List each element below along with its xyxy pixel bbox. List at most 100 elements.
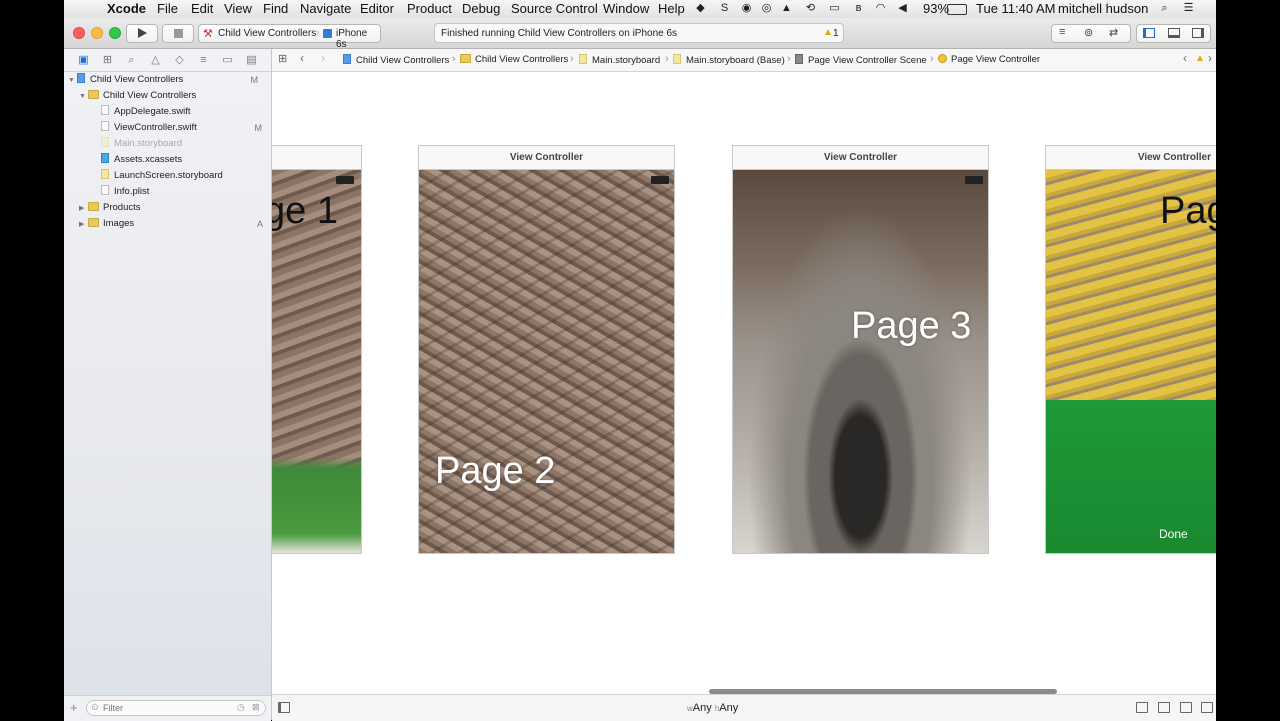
scm-filter-icon[interactable]: ⊠ [252, 702, 260, 713]
menu-view[interactable]: View [224, 1, 252, 16]
tree-group[interactable]: ▶ Products [79, 200, 268, 216]
document-outline-toggle-icon[interactable] [278, 702, 290, 713]
warning-count[interactable]: 1 [833, 28, 839, 39]
close-window-button[interactable] [73, 27, 85, 39]
version-editor-icon[interactable]: ⇄ [1109, 26, 1118, 39]
bluetooth-icon[interactable]: ʙ [852, 2, 865, 15]
size-class-control[interactable]: wAny hAny [687, 702, 738, 714]
report-navigator-icon[interactable]: ▤ [245, 54, 258, 67]
warning-icon[interactable]: ▲ [823, 27, 833, 38]
scene-view-controller[interactable]: ge 1 [272, 145, 362, 554]
menu-user[interactable]: mitchell hudson [1058, 1, 1148, 16]
utilities-toggle-icon[interactable] [1192, 28, 1204, 38]
resolve-auto-layout-icon[interactable] [1201, 702, 1213, 713]
forward-icon[interactable]: › [321, 51, 325, 65]
assistant-editor-icon[interactable]: ⊚ [1084, 26, 1093, 39]
tree-file[interactable]: AppDelegate.swift [101, 104, 268, 120]
dropbox-icon[interactable]: ◆ [694, 2, 707, 15]
disclosure-open-icon[interactable]: ▼ [68, 73, 77, 89]
stack-icon[interactable] [1136, 702, 1148, 713]
done-button[interactable]: Done [1159, 527, 1188, 541]
hammer-icon: ⚒ [203, 28, 213, 40]
back-icon[interactable]: ‹ [300, 51, 304, 65]
battery-percent[interactable]: 93% [923, 1, 949, 16]
breadcrumb[interactable]: Child View Controllers [460, 54, 568, 65]
volume-icon[interactable]: ◀ [896, 2, 909, 15]
timer-icon[interactable]: ◎ [760, 2, 773, 15]
breadcrumb[interactable]: Page View Controller [938, 54, 1040, 65]
related-items-icon[interactable]: ⊞ [278, 52, 287, 65]
menu-source-control[interactable]: Source Control [511, 1, 598, 16]
storyboard-canvas[interactable]: ge 1 View Controller Page 2 View Control… [272, 72, 1216, 694]
skype-icon[interactable]: S [718, 2, 731, 15]
device-name[interactable]: iPhone 6s [336, 28, 380, 50]
scene-view-controller[interactable]: View Controller Pag Done [1045, 145, 1216, 554]
scheme-selector[interactable]: ⚒ Child View Controllers › iPhone 6s [198, 24, 381, 50]
next-issue-icon[interactable]: › [1208, 51, 1212, 65]
standard-editor-icon[interactable]: ≡ [1059, 26, 1065, 38]
navigator-selector-bar: ▣ ⊞ ⌕ △ ◇ ≡ ▭ ▤ [64, 49, 271, 72]
previous-issue-icon[interactable]: ‹ [1183, 51, 1187, 65]
debug-navigator-icon[interactable]: ≡ [197, 54, 210, 67]
tree-group[interactable]: ▶ Images A [79, 216, 268, 232]
disclosure-open-icon[interactable]: ▼ [79, 89, 88, 105]
menu-clock[interactable]: Tue 11:40 AM [976, 1, 1056, 16]
disclosure-closed-icon[interactable]: ▶ [79, 217, 88, 233]
breadcrumb[interactable]: Main.storyboard [579, 54, 660, 66]
align-icon[interactable] [1158, 702, 1170, 713]
menu-file[interactable]: File [157, 1, 178, 16]
menu-debug[interactable]: Debug [462, 1, 500, 16]
menu-product[interactable]: Product [407, 1, 452, 16]
breadcrumb[interactable]: Main.storyboard (Base) [673, 54, 785, 66]
scene-view-controller[interactable]: View Controller Page 3 [732, 145, 989, 554]
scene-title-bar[interactable]: View Controller [732, 145, 989, 169]
airplay-icon[interactable]: ▭ [828, 2, 841, 15]
scene-title-bar[interactable]: View Controller [418, 145, 675, 169]
app-menu[interactable]: Xcode [107, 1, 146, 16]
scene-view-controller[interactable]: View Controller Page 2 [418, 145, 675, 554]
pin-icon[interactable] [1180, 702, 1192, 713]
wifi-icon[interactable]: ◠ [874, 2, 887, 15]
navigator-toggle-icon[interactable] [1143, 28, 1155, 38]
test-navigator-icon[interactable]: ◇ [173, 54, 186, 67]
tree-file-selected[interactable]: Main.storyboard [101, 136, 268, 152]
tree-file[interactable]: ViewController.swift M [101, 120, 268, 136]
menu-navigate[interactable]: Navigate [300, 1, 351, 16]
search-icon[interactable]: ⌕ [125, 54, 138, 67]
disclosure-closed-icon[interactable]: ▶ [79, 201, 88, 217]
scene-title-bar[interactable]: View Controller [1045, 145, 1216, 169]
breakpoint-navigator-icon[interactable]: ▭ [221, 54, 234, 67]
run-button[interactable] [126, 24, 158, 43]
add-icon[interactable]: + [70, 700, 78, 715]
record-icon[interactable]: ◉ [740, 2, 753, 15]
folder-icon[interactable]: ▣ [77, 54, 90, 67]
warning-icon[interactable]: ▲ [1195, 53, 1205, 64]
breadcrumb-label: Child View Controllers [475, 54, 569, 65]
breadcrumb[interactable]: Child View Controllers [343, 54, 449, 66]
scene-title-bar[interactable] [272, 145, 362, 169]
battery-icon[interactable] [947, 4, 967, 15]
tree-group[interactable]: ▼ Child View Controllers [79, 88, 196, 104]
scheme-name[interactable]: Child View Controllers [218, 28, 316, 39]
minimize-window-button[interactable] [91, 27, 103, 39]
drive-icon[interactable]: ▲ [780, 2, 793, 15]
breadcrumb[interactable]: Page View Controller Scene [795, 54, 927, 66]
menu-window[interactable]: Window [603, 1, 649, 16]
stop-button[interactable] [162, 24, 194, 43]
tree-file[interactable]: Assets.xcassets [101, 152, 268, 168]
menu-edit[interactable]: Edit [191, 1, 213, 16]
issue-navigator-icon[interactable]: △ [149, 54, 162, 67]
menu-editor[interactable]: Editor [360, 1, 394, 16]
debug-area-toggle-icon[interactable] [1168, 28, 1180, 38]
tree-project[interactable]: ▼ Child View Controllers M [68, 72, 268, 88]
time-machine-icon[interactable]: ⟲ [804, 2, 817, 15]
notification-center-icon[interactable]: ☰ [1182, 2, 1195, 15]
tree-file[interactable]: Info.plist [101, 184, 268, 200]
spotlight-icon[interactable]: ⌕ [1158, 2, 1171, 15]
tree-file[interactable]: LaunchScreen.storyboard [101, 168, 268, 184]
symbol-navigator-icon[interactable]: ⊞ [101, 54, 114, 67]
menu-help[interactable]: Help [658, 1, 685, 16]
recent-files-icon[interactable]: ◷ [237, 702, 245, 713]
zoom-window-button[interactable] [109, 27, 121, 39]
menu-find[interactable]: Find [263, 1, 288, 16]
